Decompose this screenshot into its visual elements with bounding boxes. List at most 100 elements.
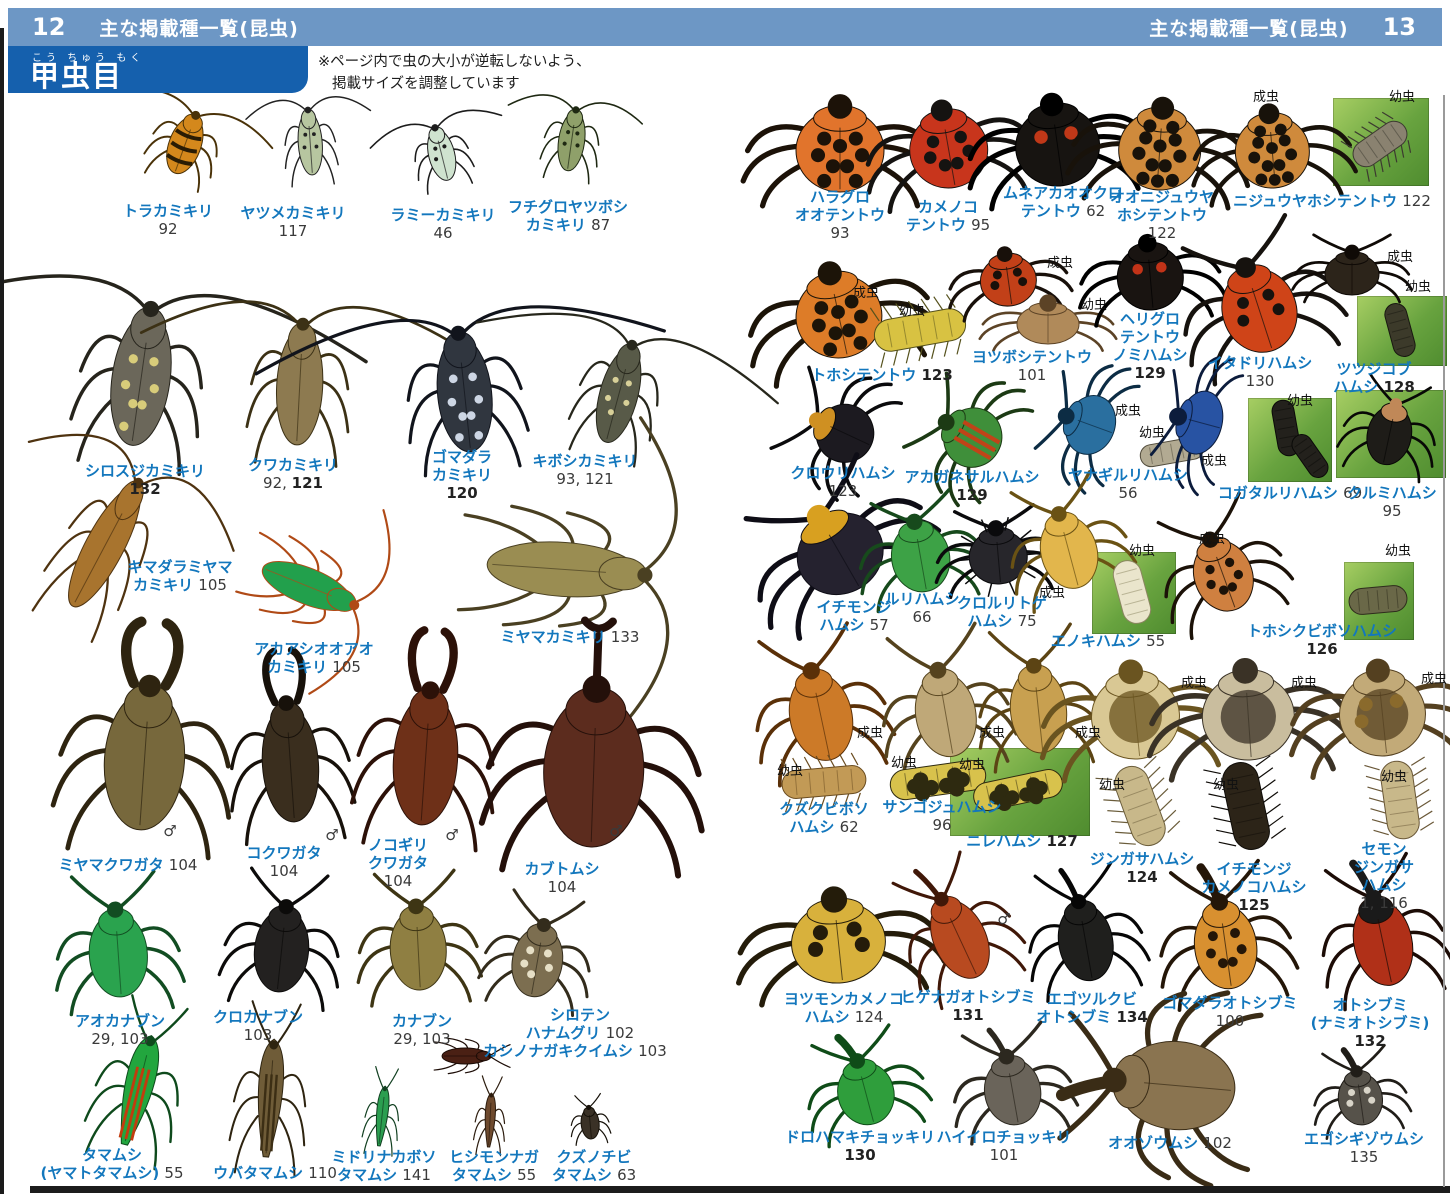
species-page-number: 133 (611, 628, 640, 646)
beetle-illustration (371, 1085, 393, 1146)
species-page-number: 104 (338, 872, 458, 890)
species-page-number: 132 (1280, 1032, 1450, 1050)
beetle-illustration (296, 104, 325, 176)
stage-tag: 成虫 (1291, 672, 1317, 691)
species-label: セモンジンガサハムシ1, 116 (1324, 840, 1444, 912)
species-name: フチグロヤツボシ (493, 198, 643, 216)
species-label: コクワガタ104 (214, 844, 354, 880)
species-name: ノコギリ (338, 836, 458, 854)
beetle-illustration (1101, 1036, 1238, 1135)
species-name: ニジュウヤホシテントウ 122 (1212, 192, 1450, 210)
species-name: ミヤマカミキリ 133 (470, 628, 670, 646)
species-label: ニジュウヤホシテントウ 122 (1212, 192, 1450, 210)
species-name: (ナミオトシブミ) (1280, 1014, 1450, 1032)
species-page-number: 117 (218, 222, 368, 240)
species-name: タマムシ 63 (529, 1166, 659, 1184)
species-page-number: 104 (492, 878, 632, 896)
beetle-illustration (978, 1047, 1046, 1130)
species-label: クワカミキリ92, 121 (218, 456, 368, 492)
species-label: カシノナガキクイムシ 103 (455, 1042, 695, 1060)
species-page-number: 102 (1203, 1134, 1232, 1152)
beetle-illustration (915, 882, 1001, 987)
beetle-illustration (1009, 93, 1104, 192)
stage-tag: 幼虫 (1129, 540, 1155, 559)
species-label: ハイイロチョッキリ101 (909, 1128, 1099, 1164)
species-label: エノキハムシ 55 (1023, 632, 1193, 650)
header-left: 12 主な掲載種一覧(昆虫) (32, 13, 299, 41)
book-page-spread: 12 主な掲載種一覧(昆虫) 主な掲載種一覧(昆虫) 13 こう ちゅう もく … (0, 0, 1450, 1200)
species-name: クワカミキリ (218, 456, 368, 474)
species-label: トホシクビボソハムシ126 (1212, 622, 1432, 658)
beetle-illustration (1199, 661, 1297, 763)
beetle-illustration (1052, 387, 1123, 462)
species-page-number: 75 (1018, 612, 1037, 630)
beetle-illustration (1114, 235, 1186, 312)
stage-tag: 成虫 (1421, 668, 1447, 687)
size-note-line2: 掲載サイズを調整しています (318, 74, 591, 96)
species-name: カナブン (347, 1012, 497, 1030)
species-page-number: 104 (169, 856, 198, 874)
species-label: キボシカミキリ93, 121 (505, 452, 665, 488)
stage-tag: 成虫 (853, 282, 879, 301)
beetle-illustration (105, 1031, 171, 1149)
stage-tag: 成虫 (1047, 252, 1073, 271)
species-name: アカガネサルハムシ (877, 468, 1067, 486)
species-page-number: 103 (638, 1042, 667, 1060)
species-label: エゴシギゾウムシ135 (1279, 1130, 1449, 1166)
beetle-illustration (1017, 300, 1079, 344)
species-label: ツツジコブハムシ 128 (1304, 360, 1444, 396)
beetle-illustration (829, 1049, 901, 1131)
stage-tag: 幼虫 (1385, 540, 1411, 559)
species-name: クロカナブン (183, 1008, 333, 1026)
species-name: セモン (1324, 840, 1444, 858)
stage-tag: 幼虫 (959, 754, 985, 773)
beetle-illustration (779, 658, 860, 767)
beetle-illustration (86, 901, 150, 999)
beetle-illustration (256, 551, 368, 624)
beetle-illustration (389, 677, 463, 826)
species-page-number: 1, 116 (1324, 894, 1444, 912)
beetle-illustration (588, 333, 653, 447)
species-label: ゴマダラカミキリ120 (402, 448, 522, 502)
species-label: ミヤマクワガタ 104 (33, 856, 223, 874)
species-page-number: 125 (1164, 896, 1344, 914)
right-page-number: 13 (1383, 13, 1416, 41)
species-page-number: 127 (1046, 832, 1077, 850)
species-name: トホシクビボソハムシ (1212, 622, 1432, 640)
beetle-illustration (787, 888, 890, 987)
species-label: フチグロヤツボシカミキリ 87 (493, 198, 643, 234)
stage-tag: 成虫 (1387, 246, 1413, 265)
stage-tag: 成虫 (1039, 582, 1065, 601)
species-page-number: 132 (60, 480, 230, 498)
species-label: タマムシ(ヤマトタマムシ) 55 (25, 1146, 200, 1182)
beetle-illustration (421, 121, 460, 184)
species-page-number: 92, 121 (218, 474, 368, 492)
beetle-illustration (1325, 249, 1379, 295)
stage-tag: 成虫 (857, 722, 883, 741)
species-name: キマダラミヤマ (100, 558, 260, 576)
stage-tag: 成虫 (1075, 722, 1101, 741)
stage-tag: 幼虫 (1405, 276, 1431, 295)
beetle-illustration (1167, 385, 1230, 459)
species-name: カミキリ (402, 466, 522, 484)
left-page-title: 主な掲載種一覧(昆虫) (99, 14, 298, 41)
beetle-illustration (160, 106, 213, 179)
species-page-number: 105 (198, 576, 227, 594)
species-name: アカアシオオアオ (229, 640, 399, 658)
beetle-illustration (1051, 891, 1119, 985)
stage-tag: 成虫 (1253, 86, 1279, 105)
species-name: カミキリ 105 (100, 576, 260, 594)
species-name: キボシカミキリ (505, 452, 665, 470)
species-page-number: 87 (591, 216, 610, 234)
beetle-illustration (927, 394, 1012, 478)
species-page-number: 105 (332, 658, 361, 676)
beetle-illustration (1208, 250, 1307, 362)
beetle-illustration (555, 104, 590, 173)
beetle-illustration (1086, 661, 1183, 764)
species-label: カブトムシ104 (492, 860, 632, 896)
species-name: ハナムグリ 102 (505, 1024, 655, 1042)
species-page-number: 104 (214, 862, 354, 880)
species-name: ハムシ 128 (1304, 378, 1444, 396)
species-page-number: 126 (1212, 640, 1432, 658)
species-page-number: 103 (183, 1026, 333, 1044)
